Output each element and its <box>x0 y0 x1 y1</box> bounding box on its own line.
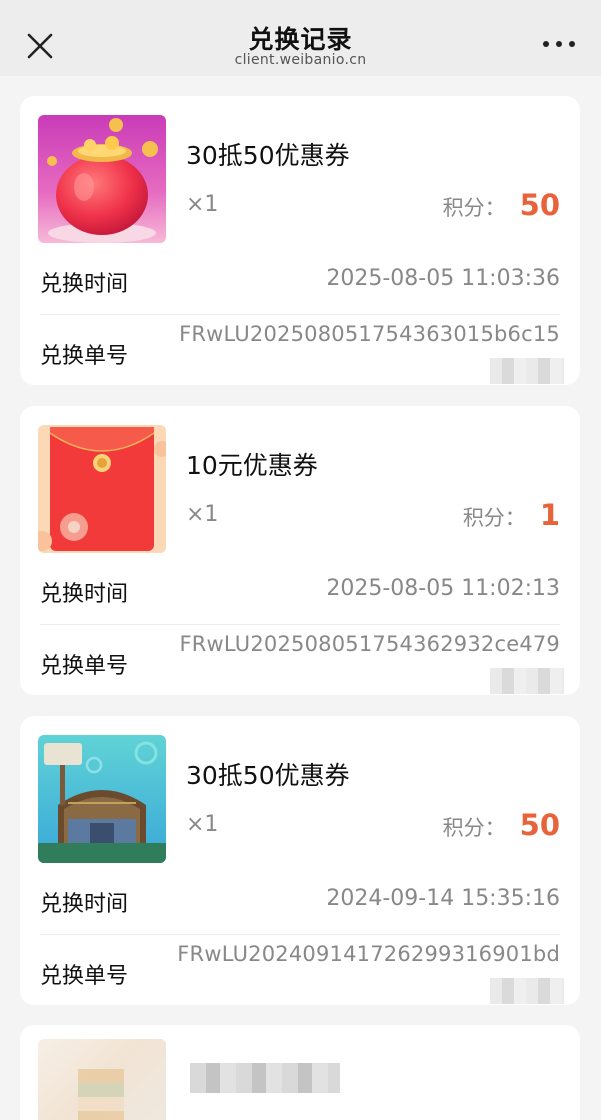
krusty-krab-image <box>38 735 166 863</box>
red-envelope-image <box>38 425 166 553</box>
lucky-bag-image <box>38 115 166 243</box>
blurred-area <box>490 668 564 694</box>
order-number-label: 兑换单号 <box>40 654 129 679</box>
exchange-time-label: 兑换时间 <box>40 892 129 917</box>
points: 积分： 1 <box>463 498 560 532</box>
dot <box>543 41 549 47</box>
dot <box>556 41 562 47</box>
quantity: ×1 <box>186 192 219 217</box>
exchange-time-value: 2025-08-05 11:02:13 <box>326 576 560 601</box>
points-label: 积分： <box>442 816 506 840</box>
page-title: 兑换记录 <box>248 25 353 54</box>
navigation-bar: 兑换记录 client.weibanio.cn <box>0 0 601 76</box>
page-domain: client.weibanio.cn <box>234 52 367 68</box>
exchange-time-value: 2025-08-05 11:03:36 <box>326 266 560 291</box>
coupon-name: 30抵50优惠券 <box>186 141 350 170</box>
order-number-label: 兑换单号 <box>40 964 129 989</box>
coupon-name: 30抵50优惠券 <box>186 761 350 790</box>
quantity: ×1 <box>186 812 219 837</box>
more-dots-icon[interactable] <box>543 36 575 52</box>
blurred-area <box>490 358 564 384</box>
points-value: 50 <box>519 808 560 842</box>
quantity: ×1 <box>186 502 219 527</box>
dot <box>569 41 575 47</box>
blurred-coupon-name <box>190 1063 340 1093</box>
points-value: 50 <box>519 188 560 222</box>
divider <box>40 624 560 625</box>
divider <box>40 314 560 315</box>
points-value: 1 <box>539 498 560 532</box>
record-card[interactable]: 30抵50优惠券 ×1 积分： 50 兑换时间 2025-08-05 11:03… <box>20 96 580 385</box>
record-card[interactable] <box>20 1025 580 1120</box>
record-card[interactable]: 10元优惠券 ×1 积分： 1 兑换时间 2025-08-05 11:02:13… <box>20 406 580 695</box>
coupon-name: 10元优惠券 <box>186 451 318 480</box>
points-label: 积分： <box>462 506 526 530</box>
blurred-area <box>490 978 564 1004</box>
order-number-value: FRwLU202508051754363015b6c15 <box>179 322 560 346</box>
points: 积分： 50 <box>443 188 560 222</box>
record-card[interactable]: 30抵50优惠券 ×1 积分： 50 兑换时间 2024-09-14 15:35… <box>20 716 580 1005</box>
exchange-time-label: 兑换时间 <box>40 582 129 607</box>
order-number-label: 兑换单号 <box>40 344 129 369</box>
exchange-time-label: 兑换时间 <box>40 272 129 297</box>
exchange-time-value: 2024-09-14 15:35:16 <box>326 886 560 911</box>
divider <box>40 934 560 935</box>
blurred-thumbnail <box>38 1039 166 1120</box>
points: 积分： 50 <box>443 808 560 842</box>
order-number-value: FRwLU202409141726299316901bd <box>177 942 560 966</box>
order-number-value: FRwLU202508051754362932ce479 <box>179 632 560 656</box>
points-label: 积分： <box>442 196 506 220</box>
